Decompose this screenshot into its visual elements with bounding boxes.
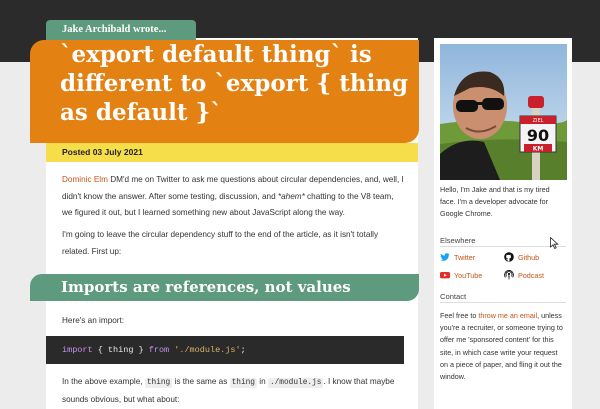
code-path: './module.js' xyxy=(169,345,241,355)
email-link[interactable]: throw me an email xyxy=(478,311,537,320)
article-title: `export default thing` is different to `… xyxy=(60,41,409,126)
podcast-icon xyxy=(504,270,514,280)
contact-divider xyxy=(440,302,566,303)
elsewhere-divider xyxy=(440,246,566,247)
youtube-link[interactable]: YouTube xyxy=(440,270,482,280)
inline-code-module: ./module.js xyxy=(267,378,324,388)
sidebar-bio: Hello, I'm Jake and that is my tired fac… xyxy=(440,185,550,219)
twitter-link[interactable]: Twitter xyxy=(440,252,475,262)
github-link[interactable]: Github xyxy=(504,252,539,262)
code-from: from xyxy=(148,345,170,355)
podcast-link[interactable]: Podcast xyxy=(504,270,544,280)
github-label: Github xyxy=(518,252,540,262)
podcast-label: Podcast xyxy=(518,270,544,280)
github-icon xyxy=(504,252,514,262)
mouse-cursor xyxy=(550,236,559,250)
code-semi: ; xyxy=(240,345,246,355)
youtube-label: YouTube xyxy=(454,270,483,280)
contact-heading: Contact xyxy=(440,292,467,301)
sign-unit: KM xyxy=(533,146,544,153)
inline-code-thing-2: thing xyxy=(229,378,257,388)
p4-b: is the same as xyxy=(172,377,230,386)
sign-number: 90 xyxy=(527,126,549,145)
intro-paragraph: Dominic Elm DM'd me on Twitter to ask me… xyxy=(62,172,406,222)
youtube-icon xyxy=(440,270,450,280)
code-brace-close: } xyxy=(133,345,149,355)
section-banner: Imports are references, not values xyxy=(30,274,419,301)
post-date: Posted 03 July 2021 xyxy=(46,143,418,162)
second-paragraph: I'm going to leave the circular dependen… xyxy=(62,230,379,256)
code-ident: thing xyxy=(107,345,134,355)
contact-text: Feel free to throw me an email, unless y… xyxy=(440,310,566,383)
intro-ahem: *ahem* xyxy=(277,191,305,201)
sign-top-text: ZIEL xyxy=(533,118,544,124)
import-intro: Here's an import: xyxy=(62,316,125,325)
twitter-label: Twitter xyxy=(454,252,476,262)
code-import: import xyxy=(62,345,93,355)
code-block: import { thing } from './module.js'; xyxy=(46,336,404,364)
dominic-elm-link[interactable]: Dominic Elm xyxy=(62,175,108,184)
example-paragraph: In the above example, thing is the same … xyxy=(62,374,406,408)
inline-code-thing: thing xyxy=(144,378,173,388)
author-tab: Jake Archibald wrote... xyxy=(46,20,196,40)
twitter-icon xyxy=(440,252,450,262)
title-banner: `export default thing` is different to `… xyxy=(30,40,419,143)
section-title: Imports are references, not values xyxy=(61,278,351,296)
code-brace-open: { xyxy=(92,345,108,355)
contact-text-b: , unless you're a recruiter, or someone … xyxy=(440,311,563,382)
p4-c: in xyxy=(257,377,268,386)
avatar: ZIEL 90 KM xyxy=(440,44,567,180)
contact-text-a: Feel free to xyxy=(440,311,479,320)
elsewhere-heading: Elsewhere xyxy=(440,236,476,245)
p4-a: In the above example, xyxy=(62,377,145,386)
